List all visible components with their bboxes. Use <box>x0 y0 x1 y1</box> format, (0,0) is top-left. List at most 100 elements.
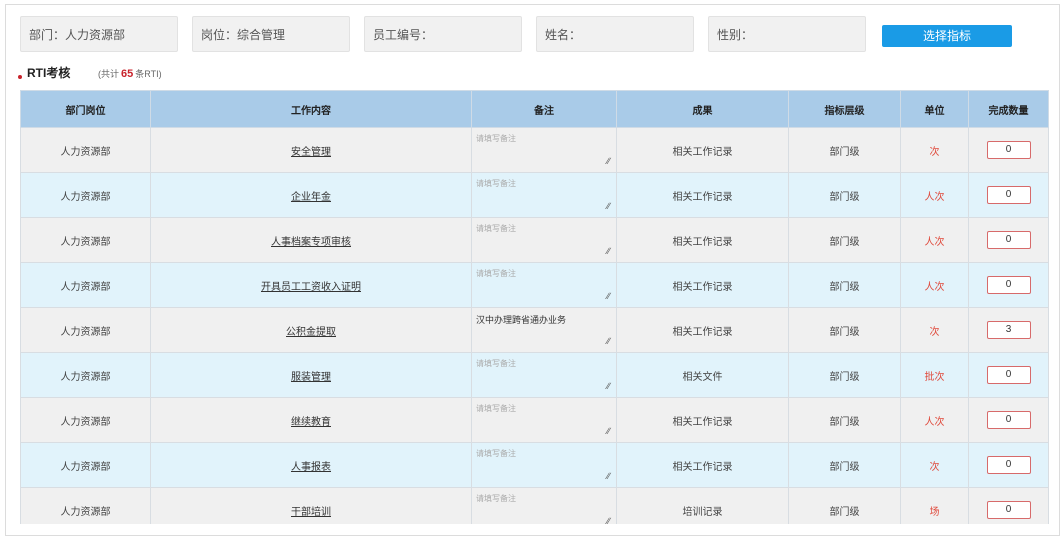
quantity-input[interactable]: 0 <box>986 411 1031 429</box>
work-link[interactable]: 继续教育 <box>291 417 331 428</box>
resize-grip-icon[interactable]: ∕∕ <box>607 382 610 391</box>
section-title-text: RTI考核 <box>27 66 71 80</box>
cell-work: 人事报表 <box>150 442 472 488</box>
cell-dept: 人力资源部 <box>20 397 151 443</box>
work-link[interactable]: 人事报表 <box>291 462 331 473</box>
cell-dept: 人力资源部 <box>20 307 151 353</box>
cell-result: 相关文件 <box>616 352 789 398</box>
quantity-input[interactable]: 0 <box>986 501 1031 519</box>
note-text: 请填写备注 <box>476 179 516 188</box>
cell-result: 相关工作记录 <box>616 172 789 218</box>
table-row: 人力资源部 安全管理 请填写备注 ∕∕ 相关工作记录 部门级次 0 <box>20 127 1049 173</box>
note-textarea[interactable]: 请填写备注 ∕∕ <box>471 262 617 308</box>
select-indicator-button[interactable]: 选择指标 <box>882 25 1012 47</box>
note-textarea[interactable]: 请填写备注 ∕∕ <box>471 217 617 263</box>
work-link[interactable]: 人事档案专项审核 <box>271 237 351 248</box>
resize-grip-icon[interactable]: ∕∕ <box>607 517 610 525</box>
cell-unit: 人次 <box>900 262 969 308</box>
table-row: 人力资源部 开具员工工资收入证明 请填写备注 ∕∕ 相关工作记录 部门级 人次 0 <box>20 262 1049 308</box>
quantity-input[interactable]: 0 <box>986 456 1031 474</box>
note-textarea[interactable]: 汉中办理跨省通办业务 ∕∕ <box>471 307 617 353</box>
name-field[interactable]: 姓名： <box>536 16 694 52</box>
cell-work: 企业年金 <box>150 172 472 218</box>
cell-unit: 次 <box>900 442 969 488</box>
quantity-input[interactable]: 0 <box>986 186 1031 204</box>
work-link[interactable]: 干部培训 <box>291 507 331 518</box>
cell-level: 部门级 <box>788 352 901 398</box>
quantity-input[interactable]: 0 <box>986 276 1031 294</box>
position-field[interactable]: 岗位：综合管理 <box>192 16 350 52</box>
cell-dept: 人力资源部 <box>20 262 151 308</box>
cell-result: 相关工作记录 <box>616 442 789 488</box>
work-link[interactable]: 公积金提取 <box>286 327 336 338</box>
header-qty: 完成数量 <box>968 90 1049 128</box>
note-text: 请填写备注 <box>476 134 516 143</box>
cell-level: 部门级 <box>788 442 901 488</box>
cell-level: 部门级 <box>788 127 901 173</box>
note-textarea[interactable]: 请填写备注 ∕∕ <box>471 397 617 443</box>
cell-dept: 人力资源部 <box>20 172 151 218</box>
cell-dept: 人力资源部 <box>20 352 151 398</box>
table-row: 人力资源部 干部培训 请填写备注 ∕∕ 培训记录 部门级场 0 <box>20 487 1049 525</box>
work-link[interactable]: 企业年金 <box>291 192 331 203</box>
resize-grip-icon[interactable]: ∕∕ <box>607 427 610 436</box>
cell-qty: 0 <box>968 397 1049 443</box>
resize-grip-icon[interactable]: ∕∕ <box>607 202 610 211</box>
cell-result: 相关工作记录 <box>616 127 789 173</box>
cell-qty: 0 <box>968 487 1049 524</box>
note-textarea[interactable]: 请填写备注 ∕∕ <box>471 127 617 173</box>
quantity-input[interactable]: 0 <box>986 366 1031 384</box>
gender-field[interactable]: 性别： <box>708 16 866 52</box>
cell-unit: 人次 <box>900 397 969 443</box>
cell-qty: 0 <box>968 172 1049 218</box>
resize-grip-icon[interactable]: ∕∕ <box>607 472 610 481</box>
note-textarea[interactable]: 请填写备注 ∕∕ <box>471 352 617 398</box>
header-work: 工作内容 <box>150 90 472 128</box>
cell-work: 干部培训 <box>150 487 472 524</box>
cell-dept: 人力资源部 <box>20 127 151 173</box>
count-number: 65 <box>121 68 134 80</box>
cell-unit: 场 <box>900 487 969 524</box>
department-field[interactable]: 部门：人力资源部 <box>20 16 178 52</box>
cell-unit: 人次 <box>900 217 969 263</box>
count-prefix: (共计 <box>98 69 119 79</box>
cell-qty: 0 <box>968 442 1049 488</box>
quantity-input[interactable]: 0 <box>986 141 1031 159</box>
rti-table-container[interactable]: 部门岗位 工作内容 备注 成果 指标层级 单位 完成数量 人力资源部 安全管理 请填… <box>20 90 1050 524</box>
cell-unit: 次 <box>900 307 969 353</box>
cell-dept: 人力资源部 <box>20 442 151 488</box>
quantity-input[interactable]: 0 <box>986 231 1031 249</box>
work-link[interactable]: 开具员工工资收入证明 <box>261 282 361 293</box>
cell-result: 相关工作记录 <box>616 262 789 308</box>
table-row: 人力资源部 人事档案专项审核 请填写备注 ∕∕ 相关工作记录 部门级 人次 0 <box>20 217 1049 263</box>
rti-count: (共计 65 条RTI) <box>98 67 162 80</box>
table-row: 人力资源部 人事报表 请填写备注 ∕∕ 相关工作记录 部门级次 0 <box>20 442 1049 488</box>
note-textarea[interactable]: 请填写备注 ∕∕ <box>471 442 617 488</box>
header-note: 备注 <box>471 90 617 128</box>
filter-bar: 部门：人力资源部 岗位：综合管理 员工编号： 姓名： 性别： 选择指标 <box>20 16 1050 54</box>
resize-grip-icon[interactable]: ∕∕ <box>607 157 610 166</box>
page-frame: 部门：人力资源部 岗位：综合管理 员工编号： 姓名： 性别： 选择指标 RTI考… <box>5 4 1060 536</box>
cell-qty: 0 <box>968 127 1049 173</box>
note-textarea[interactable]: 请填写备注 ∕∕ <box>471 172 617 218</box>
note-text: 请填写备注 <box>476 359 516 368</box>
count-suffix: 条RTI) <box>135 69 162 79</box>
header-result: 成果 <box>616 90 789 128</box>
cell-unit: 人次 <box>900 172 969 218</box>
note-textarea[interactable]: 请填写备注 ∕∕ <box>471 487 617 525</box>
cell-level: 部门级 <box>788 172 901 218</box>
work-link[interactable]: 安全管理 <box>291 147 331 158</box>
table-row: 人力资源部 企业年金 请填写备注 ∕∕ 相关工作记录 部门级 人次 0 <box>20 172 1049 218</box>
cell-unit: 次 <box>900 127 969 173</box>
quantity-input[interactable]: 3 <box>986 321 1031 339</box>
cell-result: 培训记录 <box>616 487 789 524</box>
cell-qty: 0 <box>968 352 1049 398</box>
work-link[interactable]: 服装管理 <box>291 372 331 383</box>
resize-grip-icon[interactable]: ∕∕ <box>607 337 610 346</box>
cell-qty: 0 <box>968 217 1049 263</box>
resize-grip-icon[interactable]: ∕∕ <box>607 292 610 301</box>
cell-work: 人事档案专项审核 <box>150 217 472 263</box>
resize-grip-icon[interactable]: ∕∕ <box>607 247 610 256</box>
cell-level: 部门级 <box>788 397 901 443</box>
employee-no-field[interactable]: 员工编号： <box>364 16 522 52</box>
